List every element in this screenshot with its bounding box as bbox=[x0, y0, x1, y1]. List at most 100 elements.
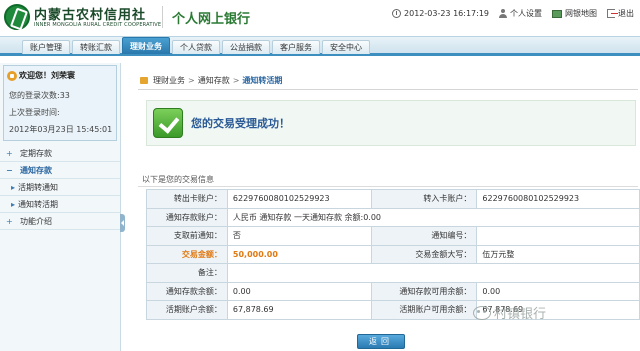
amount-words-label: 交易金额大写： bbox=[370, 244, 478, 264]
info-divider bbox=[138, 186, 638, 187]
logo-chinese-name: 内蒙古农村信用社 bbox=[34, 8, 147, 23]
transaction-detail-table: 转出卡账户： 6229760080102529923 转入卡账户： 622976… bbox=[146, 189, 640, 320]
sidebar-item-label: 通知转活期 bbox=[18, 200, 58, 209]
exit-link[interactable]: 退出 bbox=[607, 8, 634, 19]
current-available-label: 活期账户可用余额： bbox=[370, 300, 478, 320]
success-banner: 您的交易受理成功！ bbox=[146, 100, 636, 146]
notice-account-value: 人民币 通知存款 一天通知存款 余额:0.00 bbox=[226, 207, 640, 227]
personal-settings-link[interactable]: 个人设置 bbox=[499, 8, 542, 19]
notice-balance-label: 通知存款余额： bbox=[146, 281, 228, 301]
nav-tabs: 账户管理 转账汇款 理财业务 个人贷款 公益捐款 客户服务 安全中心 bbox=[22, 37, 370, 54]
datetime-text: 2012-03-23 16:17:19 bbox=[404, 9, 489, 18]
tab-personal-loans[interactable]: 个人贷款 bbox=[172, 40, 220, 54]
success-message: 您的交易受理成功！ bbox=[191, 117, 290, 130]
exit-icon bbox=[607, 9, 618, 18]
logo-english-name: INNER MONGOLIA RURAL CREDIT COOPERATIVE bbox=[34, 22, 162, 28]
to-card-label: 转入卡账户： bbox=[370, 189, 478, 209]
sidebar-item-current-to-notice[interactable]: ▸ 活期转通知 bbox=[0, 179, 120, 196]
back-button[interactable]: 返回 bbox=[357, 334, 405, 349]
sidebar-item-notice-deposit[interactable]: − 通知存款 bbox=[0, 162, 120, 179]
breadcrumb-current: 通知转活期 bbox=[242, 76, 283, 85]
amount-label: 交易金额： bbox=[146, 244, 228, 264]
amount-value: 50,000.00 bbox=[226, 244, 372, 264]
welcome-text: 欢迎您！刘荣寰 bbox=[19, 71, 75, 80]
table-row: 通知存款账户： 人民币 通知存款 一天通知存款 余额:0.00 bbox=[146, 207, 640, 227]
breadcrumb-separator: > bbox=[188, 76, 195, 85]
watermark-text: 村镇银行 bbox=[494, 307, 547, 322]
breadcrumb: 理财业务 > 通知存款 > 通知转活期 bbox=[140, 75, 282, 86]
watermark: 村镇银行 bbox=[473, 303, 546, 322]
welcome-line: 欢迎您！刘荣寰 bbox=[7, 70, 75, 81]
app-title: 个人网上银行 bbox=[172, 12, 251, 27]
exit-label: 退出 bbox=[618, 9, 634, 18]
bullet-icon: ▸ bbox=[11, 200, 16, 209]
last-login-label: 上次登录时间: bbox=[9, 108, 60, 117]
table-row: 活期账户余额： 67,878.69 活期账户可用余额： 67,878.69 bbox=[146, 300, 640, 320]
user-icon bbox=[7, 70, 17, 81]
sidebar-item-notice-to-current[interactable]: ▸ 通知转活期 bbox=[0, 196, 120, 213]
tab-transfer[interactable]: 转账汇款 bbox=[72, 40, 120, 54]
sidebar: 欢迎您！刘荣寰 您的登录次数:33 上次登录时间: 2012年03月23日 15… bbox=[0, 63, 121, 351]
breadcrumb-separator: > bbox=[232, 76, 240, 85]
sidebar-item-label: 通知存款 bbox=[20, 166, 52, 175]
last-login-value: 2012年03月23日 15:45:01 bbox=[9, 125, 113, 134]
pre-notice-label: 支取前通知： bbox=[146, 226, 228, 246]
person-icon bbox=[499, 9, 507, 18]
sidebar-item-fixed-deposit[interactable]: + 定期存款 bbox=[0, 145, 120, 162]
tab-wealth-management[interactable]: 理财业务 bbox=[122, 37, 170, 54]
table-row: 备注： bbox=[146, 263, 640, 283]
bullet-icon: ▸ bbox=[11, 183, 16, 192]
datetime-display: 2012-03-23 16:17:19 bbox=[392, 9, 489, 18]
expand-plus-icon: + bbox=[6, 149, 13, 158]
sitemap-label: 网银地图 bbox=[565, 9, 597, 18]
tab-account-management[interactable]: 账户管理 bbox=[22, 40, 70, 54]
current-balance-label: 活期账户余额： bbox=[146, 300, 228, 320]
header: 内蒙古农村信用社 INNER MONGOLIA RURAL CREDIT COO… bbox=[0, 0, 640, 36]
sidebar-item-feature-intro[interactable]: + 功能介绍 bbox=[0, 213, 120, 230]
tab-security-center[interactable]: 安全中心 bbox=[322, 40, 370, 54]
remark-value bbox=[226, 263, 640, 283]
success-check-icon bbox=[153, 108, 183, 138]
tab-customer-service[interactable]: 客户服务 bbox=[272, 40, 320, 54]
notice-available-value: 0.00 bbox=[476, 281, 640, 301]
notice-balance-value: 0.00 bbox=[226, 281, 372, 301]
transaction-info-title: 以下是您的交易信息 bbox=[142, 175, 214, 184]
pre-notice-value: 否 bbox=[226, 226, 372, 246]
main-content: 理财业务 > 通知存款 > 通知转活期 您的交易受理成功！ 以下是您的交易信息 … bbox=[130, 63, 640, 351]
login-count: 您的登录次数:33 bbox=[9, 91, 70, 100]
sidebar-item-label: 功能介绍 bbox=[20, 217, 52, 226]
tab-donations[interactable]: 公益捐款 bbox=[222, 40, 270, 54]
sitemap-link[interactable]: 网银地图 bbox=[552, 8, 597, 19]
table-row: 通知存款余额： 0.00 通知存款可用余额： 0.00 bbox=[146, 281, 640, 301]
to-card-value: 6229760080102529923 bbox=[476, 189, 640, 209]
expand-plus-icon: + bbox=[6, 217, 13, 226]
sidebar-item-label: 活期转通知 bbox=[18, 183, 58, 192]
collapse-minus-icon: − bbox=[6, 166, 13, 175]
sidebar-item-label: 定期存款 bbox=[20, 149, 52, 158]
header-utilities: 2012-03-23 16:17:19 个人设置 网银地图 退出 bbox=[392, 8, 634, 19]
table-row: 转出卡账户： 6229760080102529923 转入卡账户： 622976… bbox=[146, 189, 640, 209]
current-balance-value: 67,878.69 bbox=[226, 300, 372, 320]
breadcrumb-icon bbox=[140, 77, 148, 84]
clock-icon bbox=[392, 9, 402, 18]
notice-available-label: 通知存款可用余额： bbox=[370, 281, 478, 301]
table-row: 交易金额： 50,000.00 交易金额大写： 伍万元整 bbox=[146, 244, 640, 264]
from-card-value: 6229760080102529923 bbox=[226, 189, 372, 209]
sidebar-collapse-handle[interactable] bbox=[120, 214, 125, 232]
bank-logo-icon bbox=[4, 4, 30, 30]
breadcrumb-item[interactable]: 理财业务 bbox=[153, 75, 185, 86]
map-icon bbox=[552, 9, 562, 18]
main-nav: 账户管理 转账汇款 理财业务 个人贷款 公益捐款 客户服务 安全中心 bbox=[0, 36, 640, 56]
notice-number-value bbox=[476, 226, 640, 246]
notice-account-label: 通知存款账户： bbox=[146, 207, 228, 227]
user-info-card: 欢迎您！刘荣寰 您的登录次数:33 上次登录时间: 2012年03月23日 15… bbox=[3, 65, 117, 141]
side-menu: + 定期存款 − 通知存款 ▸ 活期转通知 ▸ 通知转活期 + 功能介绍 bbox=[0, 145, 120, 230]
breadcrumb-divider bbox=[138, 89, 638, 90]
notice-number-label: 通知编号： bbox=[370, 226, 478, 246]
breadcrumb-item[interactable]: 通知存款 bbox=[198, 75, 230, 86]
remark-label: 备注： bbox=[146, 263, 228, 283]
header-divider bbox=[162, 6, 163, 28]
wechat-icon bbox=[473, 305, 491, 320]
from-card-label: 转出卡账户： bbox=[146, 189, 228, 209]
amount-words-value: 伍万元整 bbox=[476, 244, 640, 264]
